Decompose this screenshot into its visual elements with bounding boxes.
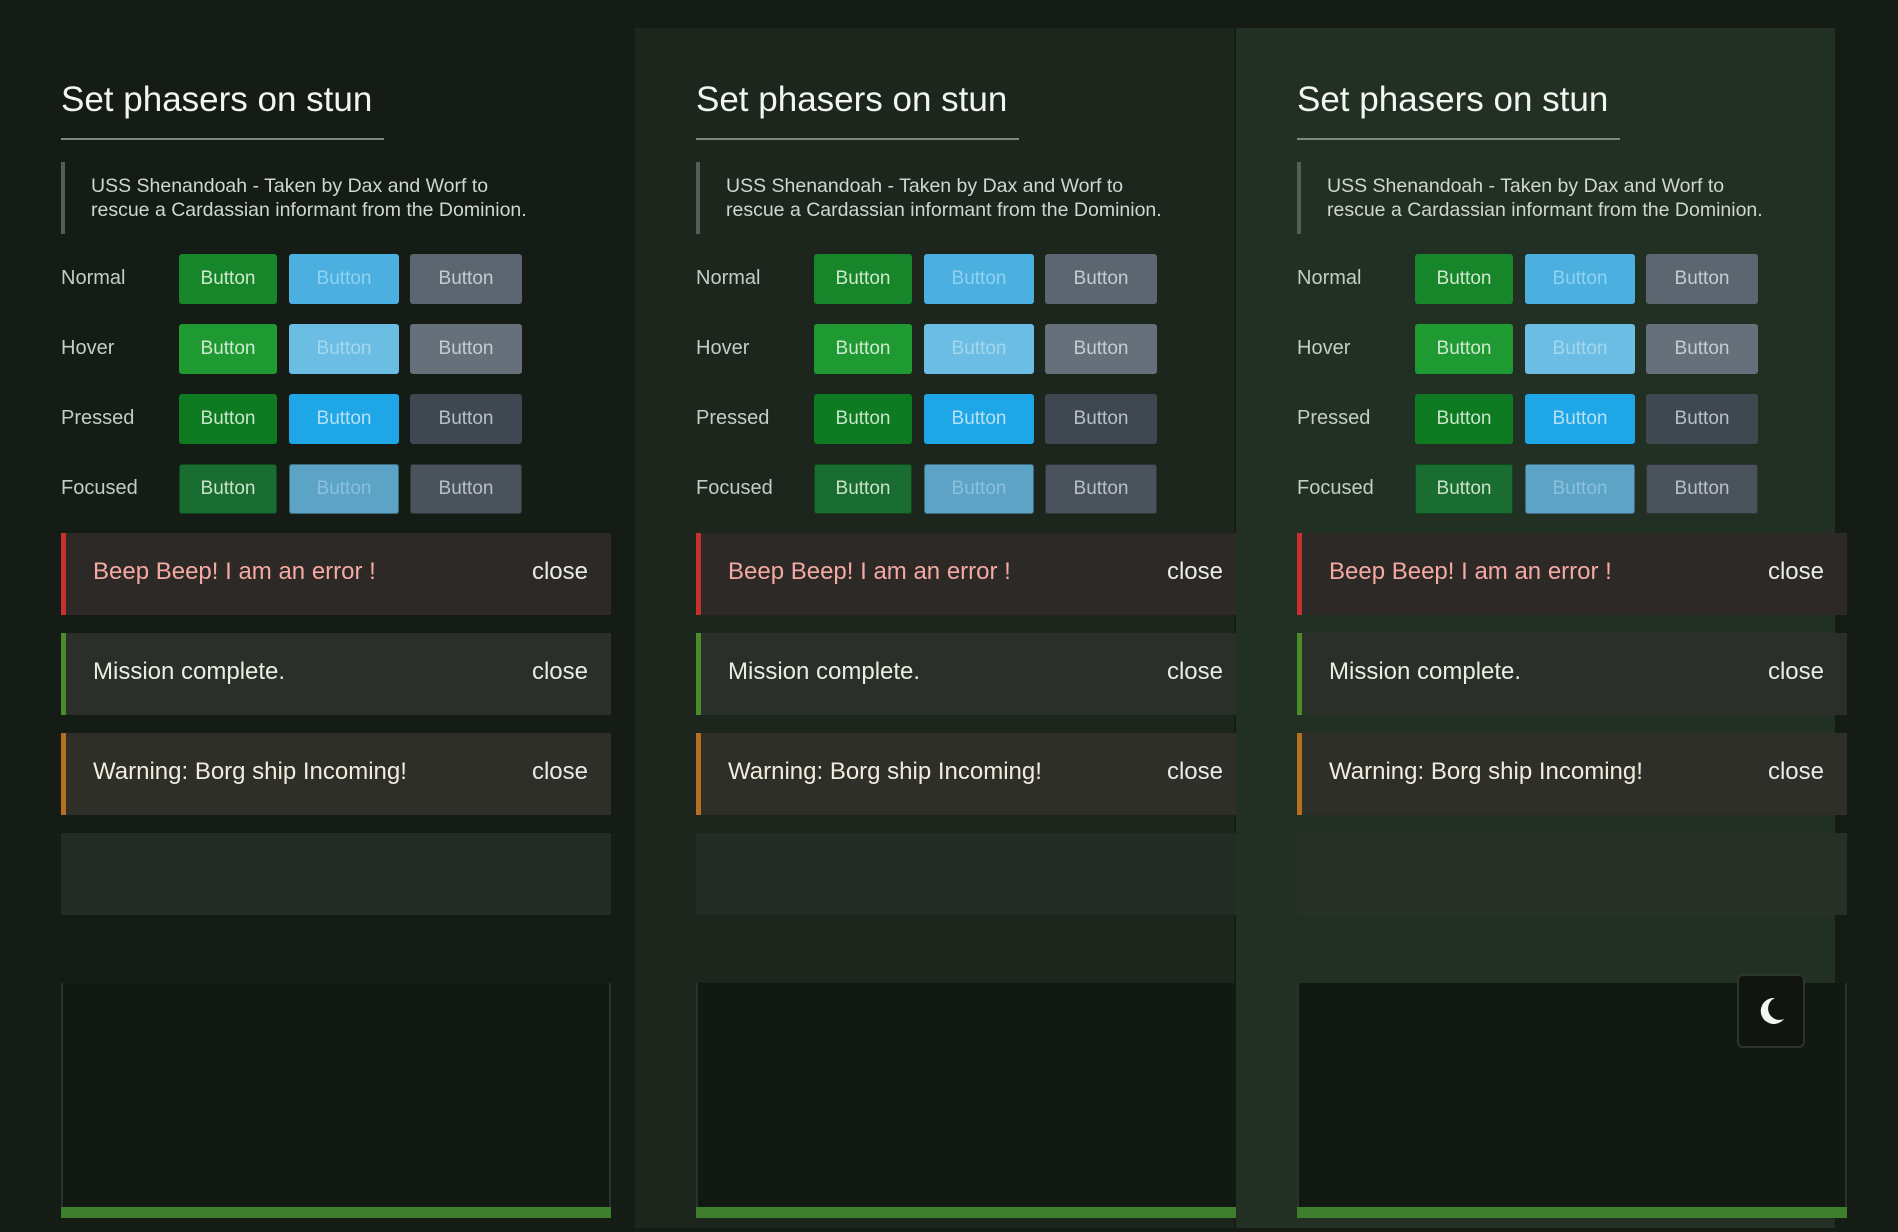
title-divider	[696, 138, 1019, 140]
error-alert: Beep Beep! I am an error ! close	[1297, 533, 1847, 615]
content-box	[696, 983, 1246, 1218]
theme-panel: Set phasers on stun USS Shenandoah - Take…	[1236, 28, 1847, 1228]
state-label: Normal	[1297, 267, 1362, 289]
alert-message: Mission complete.	[728, 658, 921, 685]
info-button[interactable]: Button	[289, 394, 399, 444]
state-label: Hover	[696, 337, 750, 359]
primary-button[interactable]: Button	[1415, 394, 1513, 444]
primary-button[interactable]: Button	[1415, 464, 1513, 514]
success-alert: Mission complete. close	[696, 633, 1246, 715]
empty-alert-placeholder	[61, 833, 611, 915]
info-button[interactable]: Button	[924, 254, 1034, 304]
info-button[interactable]: Button	[1525, 464, 1635, 514]
primary-button[interactable]: Button	[179, 464, 277, 514]
alert-close-button[interactable]: close	[1167, 758, 1223, 786]
secondary-button[interactable]: Button	[410, 394, 522, 444]
alert-message: Mission complete.	[93, 658, 286, 685]
warning-alert: Warning: Borg ship Incoming! close	[696, 733, 1246, 815]
alert-message: Beep Beep! I am an error !	[93, 558, 376, 585]
alert-close-button[interactable]: close	[1768, 558, 1824, 586]
empty-alert-placeholder	[696, 833, 1246, 915]
primary-button[interactable]: Button	[1415, 324, 1513, 374]
blockquote: USS Shenandoah - Taken by Dax and Worf t…	[696, 162, 1186, 234]
alert-message: Warning: Borg ship Incoming!	[93, 758, 407, 785]
state-label: Hover	[61, 337, 115, 359]
blockquote: USS Shenandoah - Taken by Dax and Worf t…	[1297, 162, 1787, 234]
error-alert: Beep Beep! I am an error ! close	[696, 533, 1246, 615]
primary-button[interactable]: Button	[814, 254, 912, 304]
secondary-button[interactable]: Button	[1045, 254, 1157, 304]
primary-button[interactable]: Button	[179, 254, 277, 304]
state-label: Normal	[696, 267, 761, 289]
primary-button[interactable]: Button	[814, 464, 912, 514]
empty-alert-placeholder	[1297, 833, 1847, 915]
info-button[interactable]: Button	[289, 464, 399, 514]
primary-button[interactable]: Button	[179, 324, 277, 374]
secondary-button[interactable]: Button	[1045, 464, 1157, 514]
alert-close-button[interactable]: close	[532, 558, 588, 586]
alert-close-button[interactable]: close	[532, 758, 588, 786]
secondary-button[interactable]: Button	[1045, 324, 1157, 374]
secondary-button[interactable]: Button	[410, 324, 522, 374]
panel-title: Set phasers on stun	[696, 80, 1008, 119]
warning-alert: Warning: Borg ship Incoming! close	[1297, 733, 1847, 815]
content-box	[61, 983, 611, 1218]
state-label: Pressed	[1297, 407, 1371, 429]
success-alert: Mission complete. close	[1297, 633, 1847, 715]
secondary-button[interactable]: Button	[410, 254, 522, 304]
alert-close-button[interactable]: close	[1167, 558, 1223, 586]
state-label: Hover	[1297, 337, 1351, 359]
primary-button[interactable]: Button	[814, 324, 912, 374]
alert-message: Warning: Borg ship Incoming!	[728, 758, 1042, 785]
info-button[interactable]: Button	[924, 324, 1034, 374]
info-button[interactable]: Button	[924, 464, 1034, 514]
progress-bar	[696, 1207, 1246, 1218]
secondary-button[interactable]: Button	[1646, 254, 1758, 304]
title-divider	[1297, 138, 1620, 140]
info-button[interactable]: Button	[289, 324, 399, 374]
info-button[interactable]: Button	[1525, 324, 1635, 374]
alert-message: Beep Beep! I am an error !	[1329, 558, 1612, 585]
theme-panel: Set phasers on stun USS Shenandoah - Take…	[635, 28, 1246, 1228]
state-label: Normal	[61, 267, 126, 289]
state-label: Focused	[696, 477, 773, 499]
secondary-button[interactable]: Button	[1646, 464, 1758, 514]
primary-button[interactable]: Button	[1415, 254, 1513, 304]
info-button[interactable]: Button	[1525, 394, 1635, 444]
alert-close-button[interactable]: close	[1768, 658, 1824, 686]
theme-panel: Set phasers on stun USS Shenandoah - Take…	[0, 0, 611, 1232]
alert-message: Mission complete.	[1329, 658, 1522, 685]
info-button[interactable]: Button	[289, 254, 399, 304]
alert-message: Warning: Borg ship Incoming!	[1329, 758, 1643, 785]
primary-button[interactable]: Button	[179, 394, 277, 444]
state-label: Focused	[61, 477, 138, 499]
title-divider	[61, 138, 384, 140]
alert-close-button[interactable]: close	[1768, 758, 1824, 786]
success-alert: Mission complete. close	[61, 633, 611, 715]
secondary-button[interactable]: Button	[1646, 324, 1758, 374]
panel-title: Set phasers on stun	[1297, 80, 1609, 119]
alert-close-button[interactable]: close	[1167, 658, 1223, 686]
state-label: Pressed	[61, 407, 135, 429]
info-button[interactable]: Button	[1525, 254, 1635, 304]
panel-title: Set phasers on stun	[61, 80, 373, 119]
secondary-button[interactable]: Button	[1045, 394, 1157, 444]
moon-icon	[1760, 997, 1784, 1024]
blockquote: USS Shenandoah - Taken by Dax and Worf t…	[61, 162, 551, 234]
secondary-button[interactable]: Button	[410, 464, 522, 514]
warning-alert: Warning: Borg ship Incoming! close	[61, 733, 611, 815]
error-alert: Beep Beep! I am an error ! close	[61, 533, 611, 615]
secondary-button[interactable]: Button	[1646, 394, 1758, 444]
state-label: Pressed	[696, 407, 770, 429]
primary-button[interactable]: Button	[814, 394, 912, 444]
progress-bar	[1297, 1207, 1847, 1218]
info-button[interactable]: Button	[924, 394, 1034, 444]
state-label: Focused	[1297, 477, 1374, 499]
alert-close-button[interactable]: close	[532, 658, 588, 686]
theme-toggle-button[interactable]	[1737, 974, 1805, 1048]
progress-bar	[61, 1207, 611, 1218]
alert-message: Beep Beep! I am an error !	[728, 558, 1011, 585]
